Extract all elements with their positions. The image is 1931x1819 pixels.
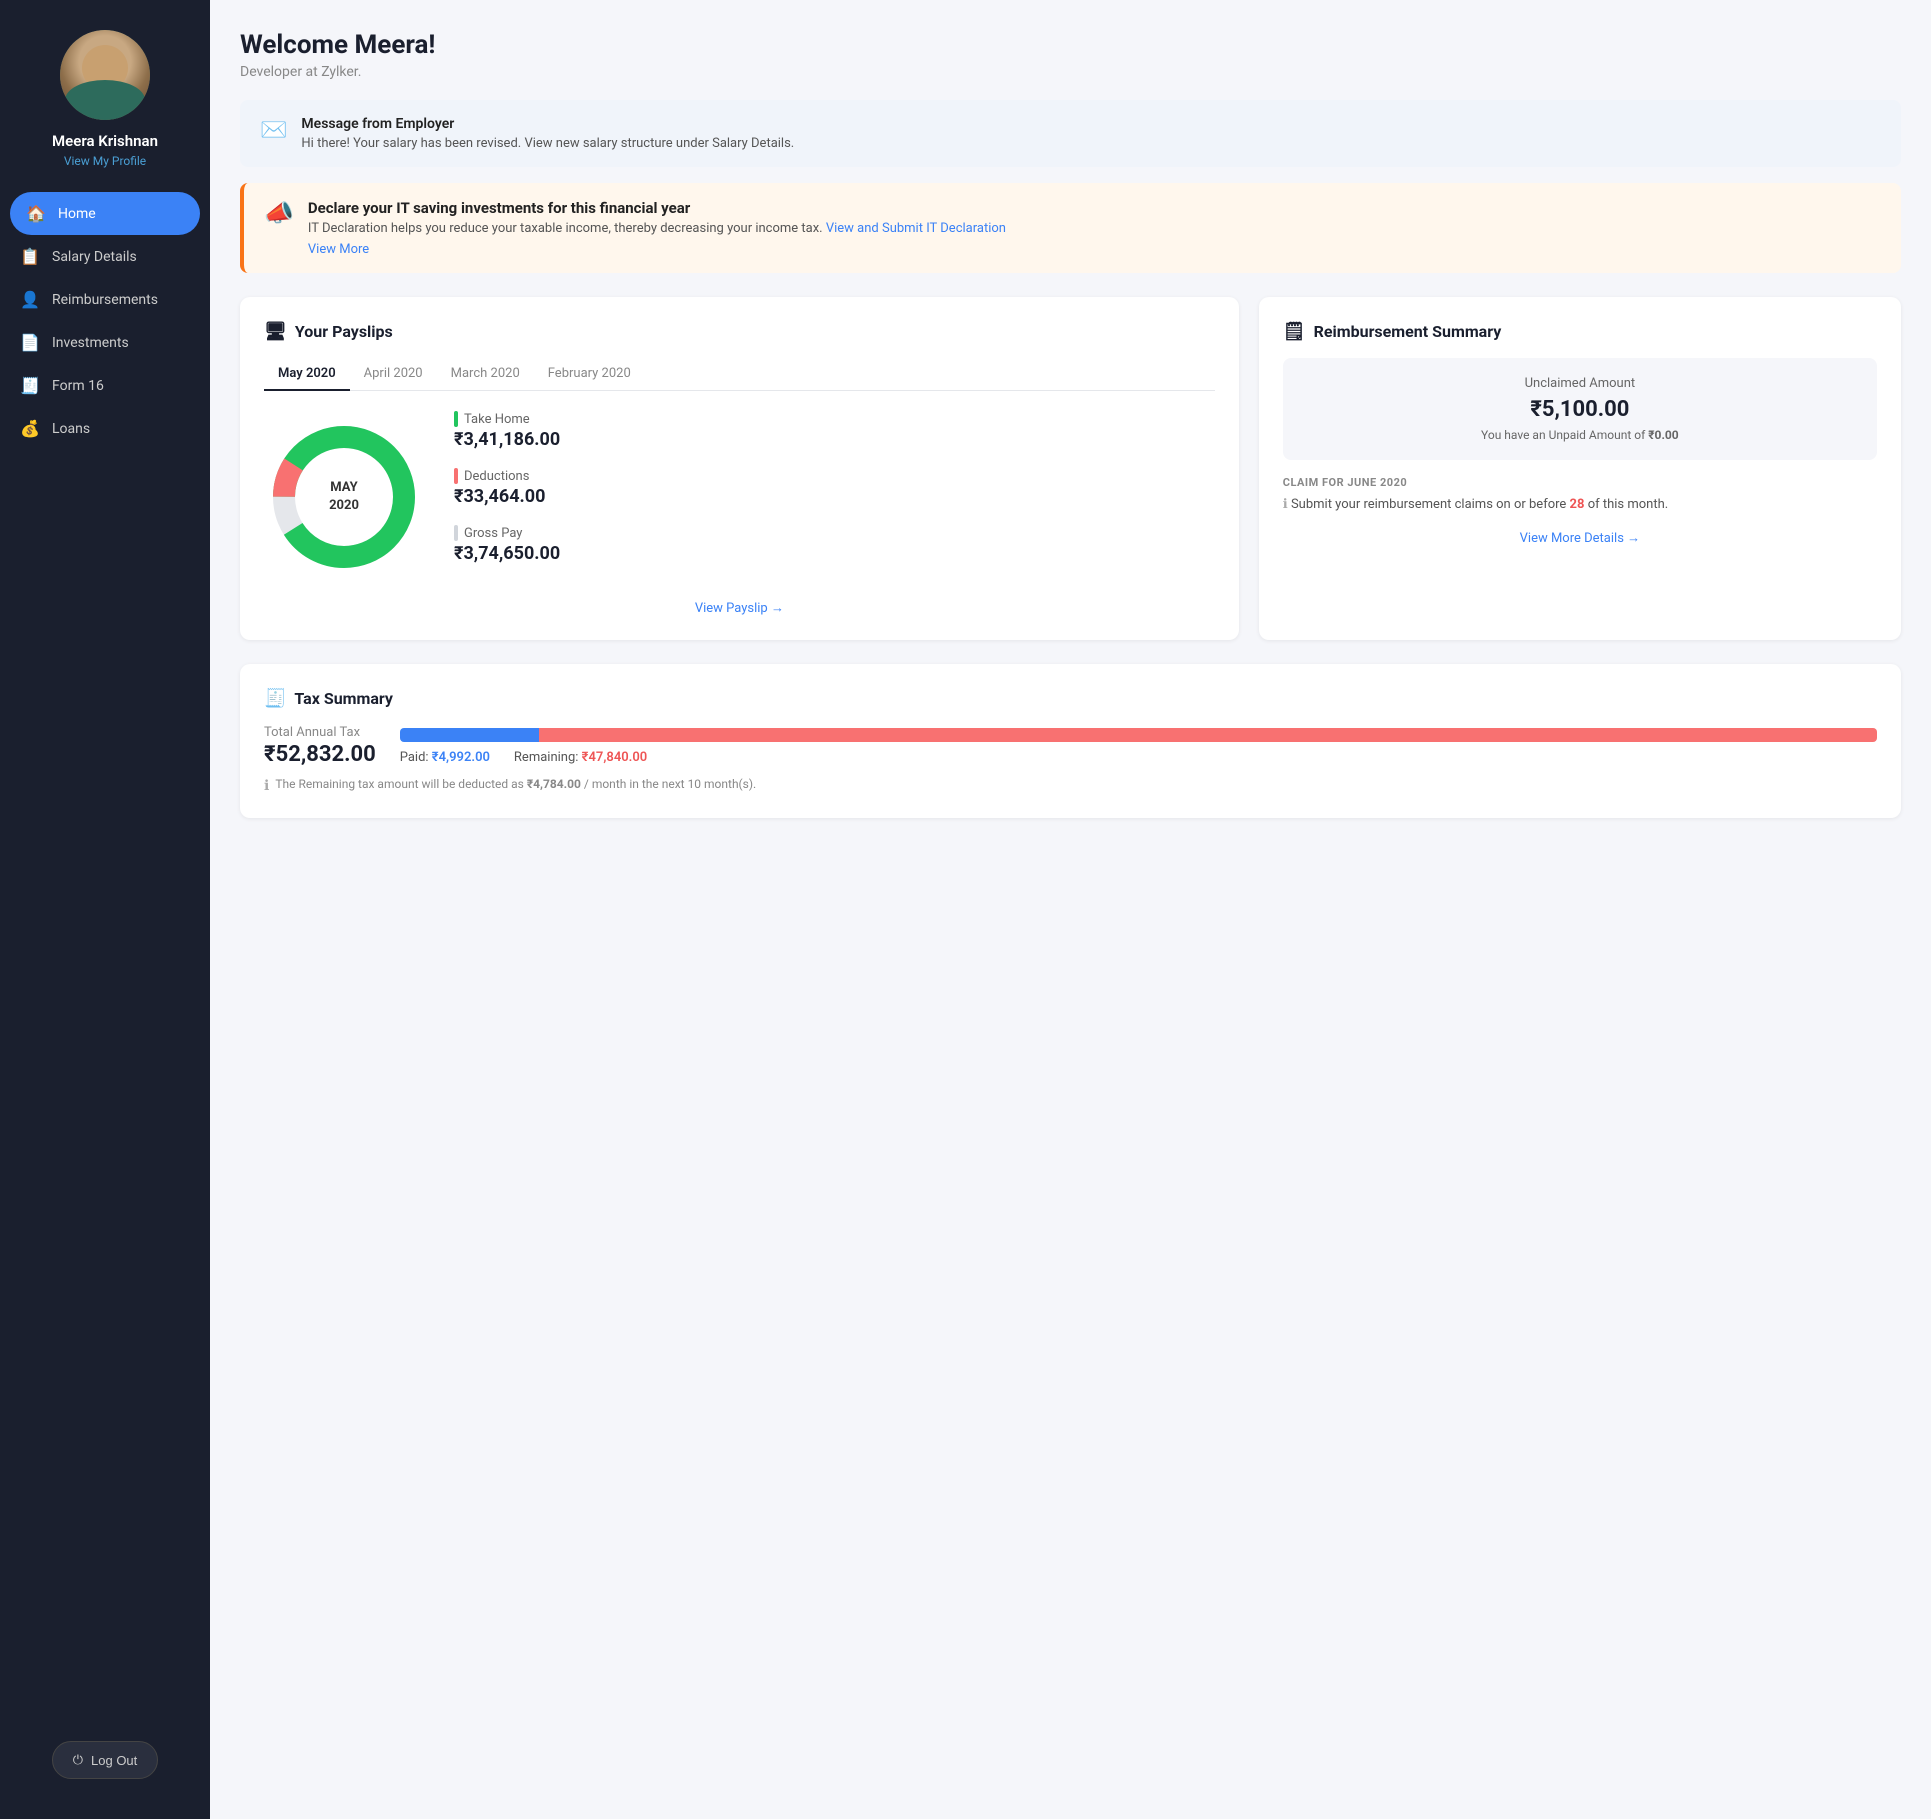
claim-date: 28 xyxy=(1570,497,1585,512)
sidebar-item-loans[interactable]: 💰 Loans xyxy=(0,407,210,450)
view-more-details-link[interactable]: View More Details → xyxy=(1283,530,1877,546)
payslip-donut-chart: MAY 2020 xyxy=(264,417,424,577)
tax-bar-wrap: Paid: ₹4,992.00 Remaining: ₹47,840.00 xyxy=(400,728,1877,765)
payslips-card-title: 🖥 Your Payslips xyxy=(264,321,1215,342)
gross-pay-bar-indicator xyxy=(454,525,458,541)
reimbursements-icon: 👤 xyxy=(20,290,40,309)
payslip-tabs: May 2020 April 2020 March 2020 February … xyxy=(264,358,1215,391)
tax-paid-bar xyxy=(400,728,540,742)
deductions-legend: Deductions ₹33,464.00 xyxy=(454,468,1215,507)
unclaimed-amount-box: Unclaimed Amount ₹5,100.00 You have an U… xyxy=(1283,358,1877,460)
unpaid-text: You have an Unpaid Amount of ₹0.00 xyxy=(1301,428,1859,442)
tax-remaining-bar xyxy=(539,728,1877,742)
claim-period-label: CLAIM FOR JUNE 2020 xyxy=(1283,476,1877,489)
gross-pay-value: ₹3,74,650.00 xyxy=(454,543,1215,564)
megaphone-icon: 📣 xyxy=(264,199,294,227)
it-view-more-link[interactable]: View More xyxy=(308,242,1006,257)
payslip-legend: Take Home ₹3,41,186.00 Deductions ₹33,46… xyxy=(454,411,1215,582)
view-profile-link[interactable]: View My Profile xyxy=(64,154,146,168)
deductions-value: ₹33,464.00 xyxy=(454,486,1215,507)
envelope-icon: ✉️ xyxy=(260,118,287,143)
home-icon: 🏠 xyxy=(26,204,46,223)
it-banner-title: Declare your IT saving investments for t… xyxy=(308,199,1006,217)
take-home-bar-indicator xyxy=(454,411,458,427)
view-payslip-link[interactable]: View Payslip → xyxy=(264,600,1215,616)
tax-progress-bar xyxy=(400,728,1877,742)
loans-icon: 💰 xyxy=(20,419,40,438)
gross-pay-legend: Gross Pay ₹3,74,650.00 xyxy=(454,525,1215,564)
message-banner: ✉️ Message from Employer Hi there! Your … xyxy=(240,100,1901,167)
payslip-card-icon: 🖥 xyxy=(264,321,287,342)
reimbursement-card-icon: 🗒 xyxy=(1283,321,1306,342)
payslip-tab-may2020[interactable]: May 2020 xyxy=(264,358,350,391)
tax-total-block: Total Annual Tax ₹52,832.00 xyxy=(264,725,376,767)
tax-total-amount: ₹52,832.00 xyxy=(264,742,376,767)
payslip-body: MAY 2020 Take Home ₹3,41,186.00 xyxy=(264,411,1215,582)
reimbursement-card-title: 🗒 Reimbursement Summary xyxy=(1283,321,1877,342)
take-home-value: ₹3,41,186.00 xyxy=(454,429,1215,450)
tax-summary-title: 🧾 Tax Summary xyxy=(264,688,1877,709)
claim-text: ℹ Submit your reimbursement claims on or… xyxy=(1283,497,1877,512)
sidebar-item-investments-label: Investments xyxy=(52,335,129,351)
take-home-legend: Take Home ₹3,41,186.00 xyxy=(454,411,1215,450)
user-name: Meera Krishnan xyxy=(52,132,158,150)
payslip-tab-feb2020[interactable]: February 2020 xyxy=(534,358,645,391)
sidebar: Meera Krishnan View My Profile 🏠 Home 📋 … xyxy=(0,0,210,1819)
payslip-tab-mar2020[interactable]: March 2020 xyxy=(437,358,534,391)
it-banner: 📣 Declare your IT saving investments for… xyxy=(240,183,1901,273)
sidebar-item-form16[interactable]: 🧾 Form 16 xyxy=(0,364,210,407)
welcome-subtitle: Developer at Zylker. xyxy=(240,64,1901,80)
tax-note: ℹ The Remaining tax amount will be deduc… xyxy=(264,777,1877,794)
message-text: Hi there! Your salary has been revised. … xyxy=(301,136,794,151)
sidebar-item-form16-label: Form 16 xyxy=(52,378,104,394)
welcome-title: Welcome Meera! xyxy=(240,30,1901,60)
investments-icon: 📄 xyxy=(20,333,40,352)
reimbursement-card: 🗒 Reimbursement Summary Unclaimed Amount… xyxy=(1259,297,1901,640)
tax-remaining-amount: ₹47,840.00 xyxy=(582,750,648,765)
payslips-card: 🖥 Your Payslips May 2020 April 2020 Marc… xyxy=(240,297,1239,640)
tax-card-icon: 🧾 xyxy=(264,688,286,709)
sidebar-item-investments[interactable]: 📄 Investments xyxy=(0,321,210,364)
main-content: Welcome Meera! Developer at Zylker. ✉️ M… xyxy=(210,0,1931,1819)
avatar xyxy=(60,30,150,120)
nav-list: 🏠 Home 📋 Salary Details 👤 Reimbursements… xyxy=(0,192,210,1721)
tax-bar-labels: Paid: ₹4,992.00 Remaining: ₹47,840.00 xyxy=(400,750,1877,765)
sidebar-item-reimbursements-label: Reimbursements xyxy=(52,292,158,308)
sidebar-item-loans-label: Loans xyxy=(52,421,90,437)
tax-summary-card: 🧾 Tax Summary Total Annual Tax ₹52,832.0… xyxy=(240,664,1901,818)
logout-icon: ⏻ xyxy=(73,1752,83,1768)
unclaimed-amount: ₹5,100.00 xyxy=(1301,397,1859,422)
deductions-bar-indicator xyxy=(454,468,458,484)
it-banner-text: IT Declaration helps you reduce your tax… xyxy=(308,221,1006,236)
sidebar-item-salary-details[interactable]: 📋 Salary Details xyxy=(0,235,210,278)
tax-remaining-label: Remaining: ₹47,840.00 xyxy=(514,750,647,765)
message-title: Message from Employer xyxy=(301,116,794,132)
sidebar-item-home[interactable]: 🏠 Home xyxy=(10,192,200,235)
logout-button[interactable]: ⏻ Log Out xyxy=(52,1741,159,1779)
info-icon: ℹ xyxy=(1283,497,1288,512)
salary-icon: 📋 xyxy=(20,247,40,266)
sidebar-item-salary-label: Salary Details xyxy=(52,249,137,265)
tax-row: Total Annual Tax ₹52,832.00 Paid: ₹4,992… xyxy=(264,725,1877,767)
form16-icon: 🧾 xyxy=(20,376,40,395)
donut-center-label: MAY 2020 xyxy=(329,478,359,514)
tax-paid-amount: ₹4,992.00 xyxy=(432,750,490,765)
tax-total-label: Total Annual Tax xyxy=(264,725,376,740)
cards-row: 🖥 Your Payslips May 2020 April 2020 Marc… xyxy=(240,297,1901,640)
it-declaration-link[interactable]: View and Submit IT Declaration xyxy=(826,221,1006,236)
unclaimed-label: Unclaimed Amount xyxy=(1301,376,1859,391)
tax-info-icon: ℹ xyxy=(264,778,269,794)
sidebar-item-reimbursements[interactable]: 👤 Reimbursements xyxy=(0,278,210,321)
sidebar-item-home-label: Home xyxy=(58,206,96,222)
payslip-tab-apr2020[interactable]: April 2020 xyxy=(350,358,437,391)
tax-paid-label: Paid: ₹4,992.00 xyxy=(400,750,490,765)
